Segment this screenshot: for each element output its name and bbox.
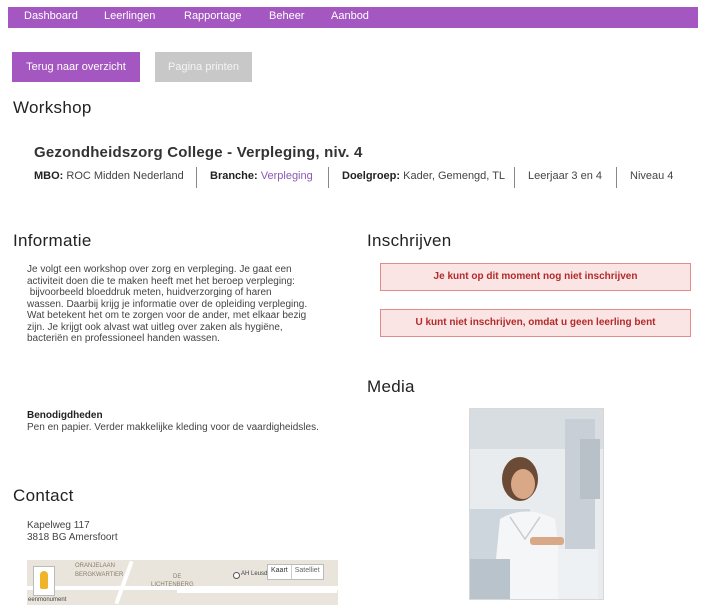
meta-branche: Branche: Verpleging — [210, 170, 313, 182]
meta-divider — [514, 167, 515, 188]
map-label: eenmonument — [28, 597, 67, 603]
meta-divider — [196, 167, 197, 188]
meta-niveau: Niveau 4 — [630, 170, 674, 182]
inschrijven-heading: Inschrijven — [367, 231, 452, 250]
meta-branche-label: Branche: — [210, 170, 258, 182]
nav-item-leerlingen[interactable]: Leerlingen — [104, 10, 155, 22]
page-title: Workshop — [13, 98, 92, 117]
informatie-heading: Informatie — [13, 231, 92, 250]
informatie-line: activiteit doen die te maken heeft met h… — [27, 275, 295, 287]
print-page-button[interactable]: Pagina printen — [155, 52, 252, 82]
course-title: Gezondheidszorg College - Verpleging, ni… — [34, 144, 363, 161]
location-map[interactable]: ORANJELAAN BERGKWARTIER DE LICHTENBERG A… — [27, 560, 338, 605]
map-label: LICHTENBERG — [151, 582, 194, 588]
media-photo[interactable] — [469, 408, 604, 600]
informatie-line: Wat betekent het om te zorgen voor de an… — [27, 310, 307, 321]
address-street: Kapelweg 117 — [27, 520, 90, 531]
map-label: ORANJELAAN — [75, 563, 116, 569]
map-road — [177, 590, 337, 593]
contact-heading: Contact — [13, 486, 74, 505]
map-label: BERGKWARTIER — [75, 572, 124, 578]
back-to-overview-button[interactable]: Terug naar overzicht — [12, 52, 140, 82]
map-label: DE — [173, 574, 182, 580]
nav-item-aanbod[interactable]: Aanbod — [331, 10, 369, 22]
meta-mbo-label: MBO: — [34, 170, 64, 182]
map-type-toggle: Kaart Satelliet — [267, 564, 324, 580]
top-nav-bar: Dashboard Leerlingen Rapportage Beheer A… — [8, 7, 698, 28]
street-view-pegman-icon[interactable] — [33, 566, 55, 596]
not-student-alert: U kunt niet inschrijven, omdat u geen le… — [380, 309, 691, 337]
address-city: 3818 BG Amersfoort — [27, 532, 118, 543]
meta-divider — [616, 167, 617, 188]
informatie-line: wassen. Daarbij krijg je informatie over… — [27, 298, 308, 310]
enrollment-closed-alert: Je kunt op dit moment nog niet inschrijv… — [380, 263, 691, 291]
meta-doelgroep: Doelgroep: Kader, Gemengd, TL — [342, 170, 505, 182]
meta-mbo: MBO: ROC Midden Nederland — [34, 170, 184, 182]
meta-leerjaar: Leerjaar 3 en 4 — [528, 170, 602, 182]
informatie-line: bacteriën en professioneel handen wassen… — [27, 333, 220, 344]
benodigdheden-heading: Benodigdheden — [27, 410, 103, 421]
nurse-photo-image — [470, 409, 603, 599]
contact-address: Kapelweg 117 3818 BG Amersfoort — [27, 520, 118, 544]
benodigdheden-text: Pen en papier. Verder makkelijke kleding… — [27, 422, 319, 433]
nav-item-dashboard[interactable]: Dashboard — [24, 10, 78, 22]
meta-doelgroep-value: Kader, Gemengd, TL — [403, 170, 506, 182]
map-toggle-kaart[interactable]: Kaart — [268, 565, 291, 579]
map-toggle-satelliet[interactable]: Satelliet — [290, 565, 323, 579]
branche-link[interactable]: Verpleging — [261, 170, 313, 182]
meta-mbo-value: ROC Midden Nederland — [66, 170, 184, 182]
map-pin-icon — [233, 572, 240, 579]
informatie-line: zijn. Je krijgt ook alvast wat uitleg ov… — [27, 321, 283, 333]
media-heading: Media — [367, 377, 415, 396]
map-road — [114, 560, 134, 605]
informatie-text: Je volgt een workshop over zorg en verpl… — [27, 264, 347, 345]
meta-doelgroep-label: Doelgroep: — [342, 170, 401, 182]
nav-item-rapportage[interactable]: Rapportage — [184, 10, 242, 22]
informatie-line: bijvoorbeeld bloeddruk meten, huidverzor… — [27, 287, 272, 298]
nav-item-beheer[interactable]: Beheer — [269, 10, 304, 22]
informatie-line: Je volgt een workshop over zorg en verpl… — [27, 264, 292, 275]
meta-divider — [328, 167, 329, 188]
